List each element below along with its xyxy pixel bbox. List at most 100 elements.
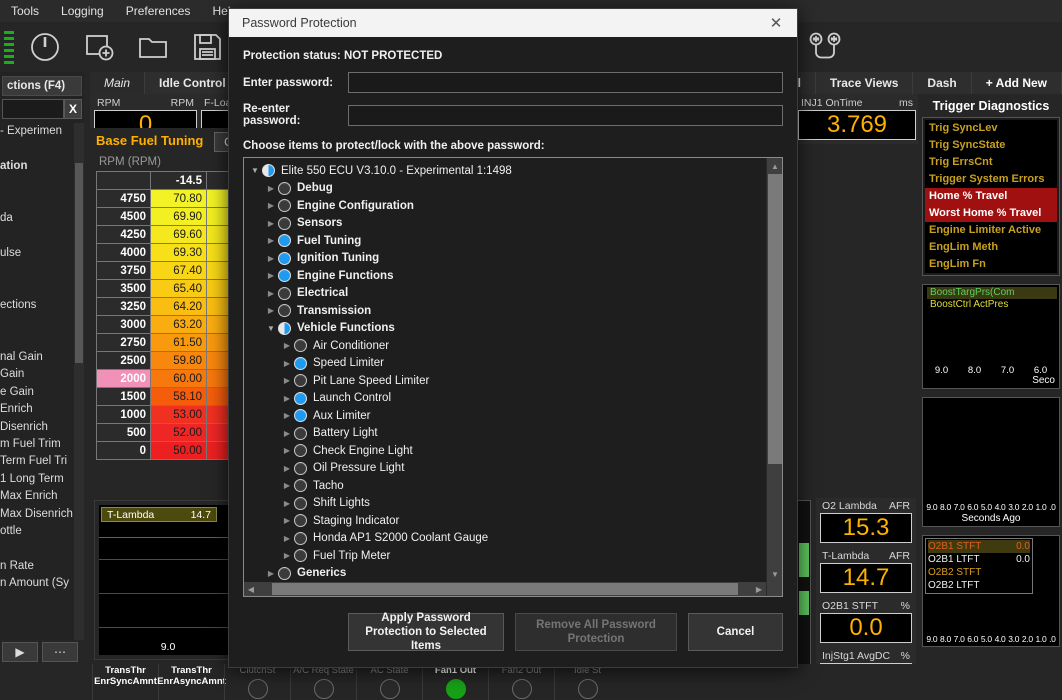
scroll-left-icon[interactable]: ◀ [244, 585, 258, 594]
scroll-right-icon[interactable]: ▶ [752, 585, 766, 594]
list-item[interactable]: Gain [0, 366, 84, 383]
row-header-rpm[interactable]: 2750 [97, 334, 151, 352]
chevron-right-icon[interactable]: ▶ [280, 394, 294, 403]
tree-node[interactable]: ▶Engine Configuration [248, 197, 782, 215]
tree-node[interactable]: ▶Generics [248, 565, 782, 583]
fuel-cell[interactable]: 67.40 [151, 262, 207, 280]
tree-node[interactable]: ▶Speed Limiter [248, 355, 782, 373]
list-item[interactable] [0, 175, 84, 192]
status-indicator[interactable]: AC State [356, 664, 422, 700]
list-item[interactable]: Max Disenrich [0, 506, 84, 523]
protection-checkbox[interactable] [294, 514, 307, 527]
dialog-title-bar[interactable]: Password Protection ✕ [229, 9, 797, 37]
tree-node[interactable]: ▶Air Conditioner [248, 337, 782, 355]
chevron-right-icon[interactable]: ▶ [280, 499, 294, 508]
scroll-down-icon[interactable]: ▼ [767, 566, 783, 582]
row-header-rpm[interactable]: 2500 [97, 352, 151, 370]
list-item[interactable]: e Gain [0, 384, 84, 401]
diagnostic-row[interactable]: Trig ErrsCnt [925, 154, 1057, 171]
row-header-rpm[interactable]: 0 [97, 442, 151, 460]
tab-main[interactable]: Main [90, 72, 145, 94]
tlambda-chart[interactable]: T-Lambda 14.7 9.0 [99, 505, 237, 655]
chevron-right-icon[interactable]: ▶ [280, 516, 294, 525]
chevron-right-icon[interactable]: ▶ [264, 271, 278, 280]
list-item[interactable]: n Rate [0, 558, 84, 575]
chevron-right-icon[interactable]: ▶ [264, 254, 278, 263]
protection-checkbox[interactable] [278, 234, 291, 247]
tree-node[interactable]: ▶Aux Limiter [248, 407, 782, 425]
tab-trace-views[interactable]: Trace Views [816, 72, 914, 94]
row-header-rpm[interactable]: 3250 [97, 298, 151, 316]
status-indicator[interactable]: TransThrEnrAsyncAmnt [158, 664, 224, 700]
diagnostic-row[interactable]: Engine Limiter Active [925, 222, 1057, 239]
protection-checkbox[interactable] [294, 409, 307, 422]
list-item[interactable] [0, 193, 84, 210]
fuel-cell[interactable]: 63.20 [151, 316, 207, 334]
tree-node[interactable]: ▶Ignition Tuning [248, 250, 782, 268]
scrollbar-thumb[interactable] [272, 583, 738, 595]
protection-checkbox[interactable] [294, 374, 307, 387]
tree-node[interactable]: ▶Honda AP1 S2000 Coolant Gauge [248, 530, 782, 548]
tree-node[interactable]: ▶Shift Lights [248, 495, 782, 513]
chevron-right-icon[interactable]: ▶ [280, 446, 294, 455]
diagnostic-row[interactable]: Home % Travel [925, 188, 1057, 205]
tree-node[interactable]: ▼Vehicle Functions [248, 320, 782, 338]
list-item[interactable] [0, 140, 84, 157]
scroll-up-icon[interactable]: ▲ [767, 158, 783, 174]
column-header[interactable]: -14.5 [151, 172, 207, 190]
tree-node[interactable]: ▶Pit Lane Speed Limiter [248, 372, 782, 390]
fuel-cell[interactable]: 58.10 [151, 388, 207, 406]
protection-checkbox[interactable] [278, 269, 291, 282]
protection-checkbox[interactable] [278, 322, 291, 335]
list-item[interactable]: - Experimen [0, 123, 84, 140]
tree-node[interactable]: ▶Fuel Trip Meter [248, 547, 782, 565]
list-item[interactable]: ections [0, 297, 84, 314]
fuel-cell[interactable]: 60.00 [151, 370, 207, 388]
power-icon[interactable] [18, 23, 72, 71]
fuel-cell[interactable]: 52.00 [151, 424, 207, 442]
protection-tree[interactable]: ▼Elite 550 ECU V3.10.0 - Experimental 1:… [243, 157, 783, 597]
list-item[interactable]: Max Enrich [0, 488, 84, 505]
fuel-cell[interactable]: 53.00 [151, 406, 207, 424]
row-header-rpm[interactable]: 2000 [97, 370, 151, 388]
list-item[interactable]: m Fuel Trim [0, 436, 84, 453]
status-indicator[interactable]: TransThrEnrSyncAmnt [92, 664, 158, 700]
fuel-cell[interactable]: 59.80 [151, 352, 207, 370]
row-header-rpm[interactable]: 4750 [97, 190, 151, 208]
save-disk-icon[interactable] [180, 23, 234, 71]
chevron-right-icon[interactable]: ▶ [264, 201, 278, 210]
list-item[interactable] [0, 332, 84, 349]
reenter-password-input[interactable] [348, 105, 783, 126]
chevron-down-icon[interactable]: ▼ [248, 166, 262, 175]
protection-checkbox[interactable] [294, 549, 307, 562]
tree-node[interactable]: ▶Oil Pressure Light [248, 460, 782, 478]
tree-node[interactable]: ▶Staging Indicator [248, 512, 782, 530]
protection-checkbox[interactable] [278, 567, 291, 580]
row-header-rpm[interactable]: 3500 [97, 280, 151, 298]
fuel-cell[interactable]: 69.30 [151, 244, 207, 262]
chevron-right-icon[interactable]: ▶ [280, 411, 294, 420]
protection-checkbox[interactable] [294, 497, 307, 510]
fuel-cell[interactable]: 65.40 [151, 280, 207, 298]
list-item[interactable]: n Amount (Sy [0, 575, 84, 592]
chevron-right-icon[interactable]: ▶ [280, 376, 294, 385]
chevron-right-icon[interactable]: ▶ [264, 306, 278, 315]
sidebar-clear-button[interactable]: X [64, 99, 82, 119]
chevron-right-icon[interactable]: ▶ [264, 236, 278, 245]
list-item[interactable]: nal Gain [0, 349, 84, 366]
sidebar-search-input[interactable] [2, 99, 64, 119]
menu-item-preferences[interactable]: Preferences [115, 1, 202, 21]
fuel-cell[interactable]: 61.50 [151, 334, 207, 352]
list-item[interactable]: Enrich [0, 401, 84, 418]
diagnostic-row[interactable]: Worst Home % Travel [925, 205, 1057, 222]
enter-password-input[interactable] [348, 72, 783, 93]
chevron-right-icon[interactable]: ▶ [280, 359, 294, 368]
scrollbar-thumb[interactable] [768, 174, 782, 464]
close-icon[interactable]: ✕ [759, 10, 793, 36]
protection-checkbox[interactable] [294, 357, 307, 370]
list-item[interactable]: 1 Long Term [0, 471, 84, 488]
tree-node[interactable]: ▼Elite 550 ECU V3.10.0 - Experimental 1:… [248, 162, 782, 180]
fuel-cell[interactable]: 69.90 [151, 208, 207, 226]
seconds-ago-chart[interactable]: 9.08.07.06.05.04.03.02.01.0.0 Seconds Ag… [922, 397, 1060, 527]
chevron-right-icon[interactable]: ▶ [280, 534, 294, 543]
